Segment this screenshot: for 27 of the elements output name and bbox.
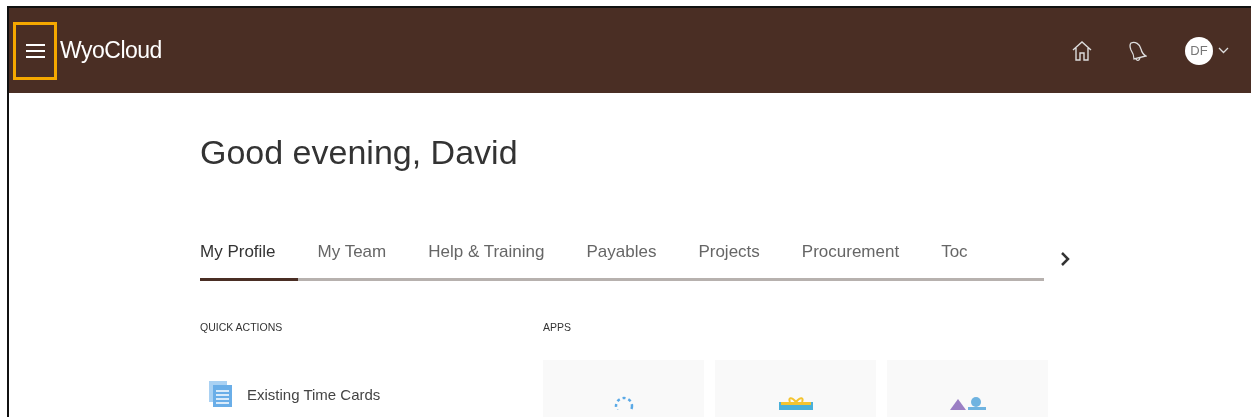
section-title: APPS: [543, 321, 572, 333]
tab[interactable]: Payables: [586, 242, 679, 281]
tab[interactable]: Procurement: [801, 242, 922, 281]
app-logo[interactable]: WyoCloud: [60, 37, 162, 64]
user-menu-button[interactable]: DF: [1185, 36, 1229, 65]
app-tile[interactable]: [715, 360, 876, 417]
chevron-down-icon: [1218, 47, 1229, 54]
tab[interactable]: Help & Training: [428, 242, 567, 281]
chevron-right-icon[interactable]: [1060, 250, 1070, 267]
quick-action-link[interactable]: Existing Time Cards: [209, 381, 543, 407]
people-icon: [947, 396, 988, 410]
home-icon[interactable]: [1071, 40, 1093, 61]
ring-icon: [613, 396, 634, 410]
menu-button[interactable]: [13, 21, 57, 80]
tab[interactable]: Projects: [698, 242, 782, 281]
app-tile[interactable]: [543, 360, 704, 417]
app-tile[interactable]: [887, 360, 1048, 417]
greeting-heading: Good evening, David: [200, 133, 519, 172]
bell-icon[interactable]: [1127, 39, 1147, 62]
tab[interactable]: Toc: [941, 242, 990, 281]
tab[interactable]: My Profile: [200, 242, 298, 281]
menu-icon: [25, 43, 45, 58]
document-stack-icon: [209, 381, 233, 407]
section-title: QUICK ACTIONS: [200, 321, 284, 333]
avatar: DF: [1185, 36, 1213, 65]
gift-icon: [778, 396, 813, 410]
tab[interactable]: My Team: [317, 242, 409, 281]
